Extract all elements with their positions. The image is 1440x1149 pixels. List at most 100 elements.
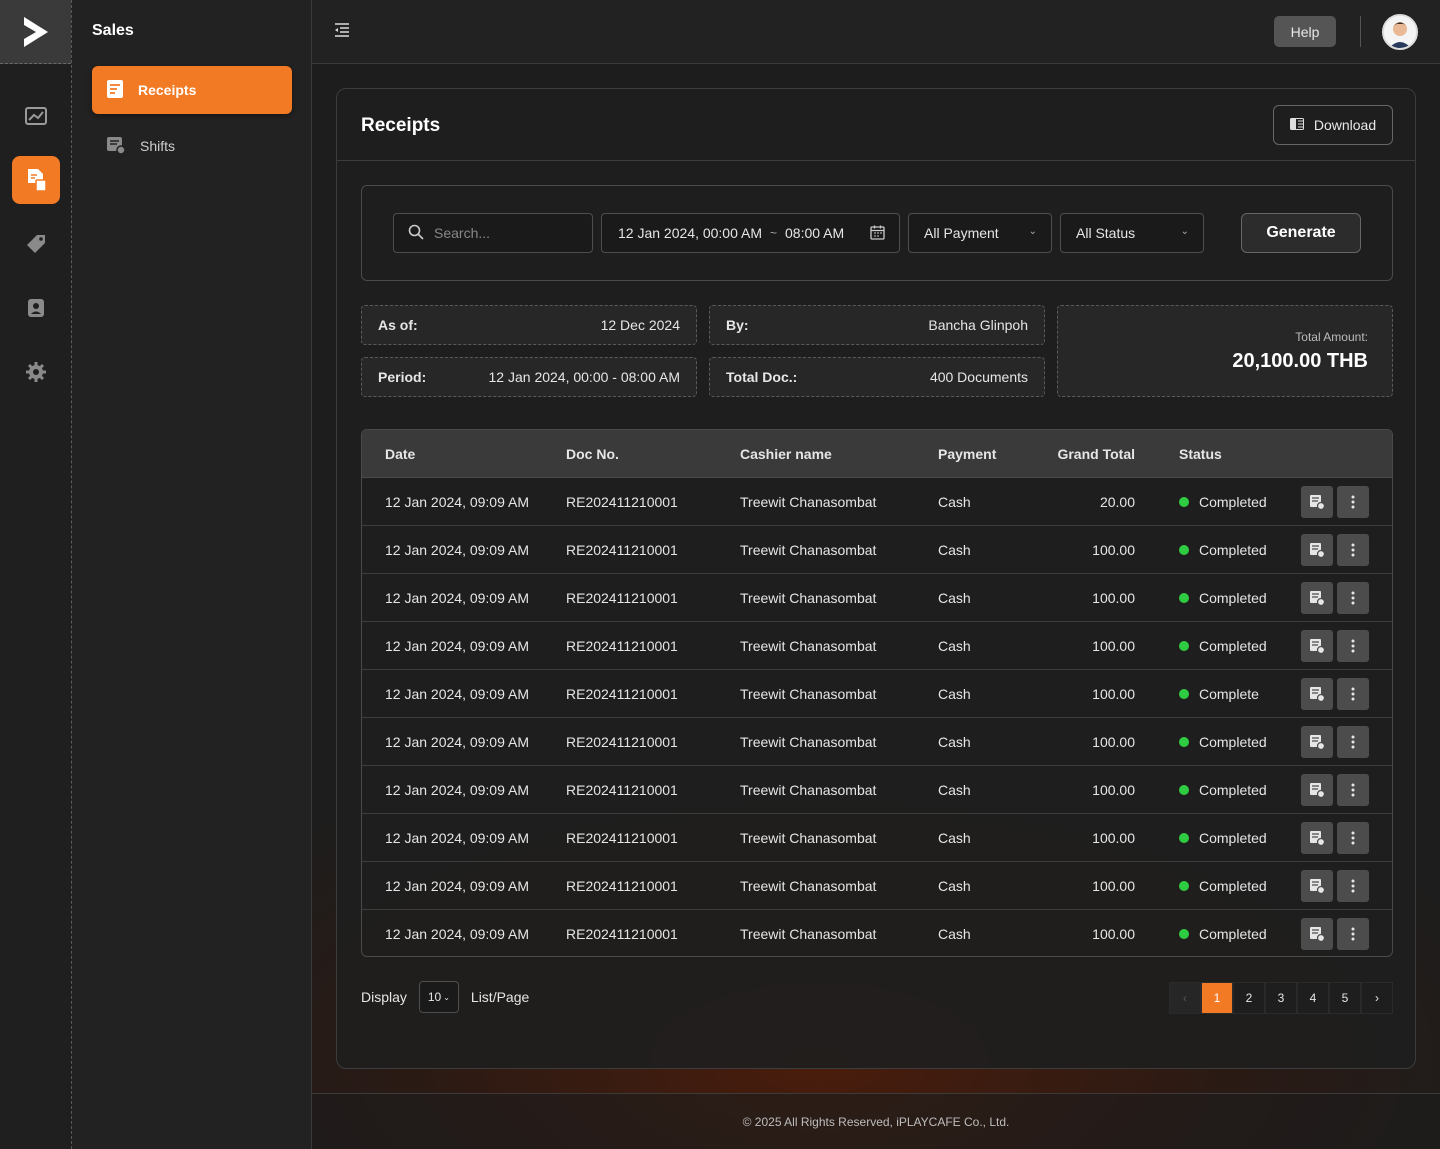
more-options-button[interactable] bbox=[1337, 486, 1369, 518]
document-icon[interactable] bbox=[12, 156, 60, 204]
more-options-button[interactable] bbox=[1337, 726, 1369, 758]
copyright-text: © 2025 All Rights Reserved, iPLAYCAFE Co… bbox=[742, 1114, 1010, 1129]
sidebar-item-shifts[interactable]: Shifts bbox=[92, 122, 292, 170]
menu-collapse-icon[interactable] bbox=[334, 22, 354, 42]
chart-icon[interactable] bbox=[12, 92, 60, 140]
table-row[interactable]: 12 Jan 2024, 09:09 AM RE202411210001 Treew… bbox=[362, 862, 1392, 910]
cell-grand-total: 100.00 bbox=[1092, 926, 1135, 942]
more-options-button[interactable] bbox=[1337, 918, 1369, 950]
view-receipt-button[interactable] bbox=[1301, 774, 1333, 806]
sidebar-item-receipts[interactable]: Receipts bbox=[92, 66, 292, 114]
view-receipt-button[interactable] bbox=[1301, 822, 1333, 854]
as-of-box: As of: 12 Dec 2024 bbox=[361, 305, 697, 345]
cell-cashier: Treewit Chanasombat bbox=[740, 926, 877, 942]
logo-icon[interactable] bbox=[0, 0, 71, 64]
period-label: Period: bbox=[378, 369, 427, 385]
view-receipt-button[interactable] bbox=[1301, 582, 1333, 614]
more-options-button[interactable] bbox=[1337, 822, 1369, 854]
table-row[interactable]: 12 Jan 2024, 09:09 AM RE202411210001 Treew… bbox=[362, 526, 1392, 574]
column-header[interactable]: Status bbox=[1179, 446, 1222, 462]
generate-button[interactable]: Generate bbox=[1241, 213, 1361, 253]
table-row[interactable]: 12 Jan 2024, 09:09 AM RE202411210001 Treew… bbox=[362, 814, 1392, 862]
column-header[interactable]: Date bbox=[385, 446, 415, 462]
period-value: 12 Jan 2024, 00:00 - 08:00 AM bbox=[488, 369, 680, 385]
payment-select[interactable]: All Payment ⌄ bbox=[908, 213, 1052, 253]
gear-icon[interactable] bbox=[12, 348, 60, 396]
status-dot-icon bbox=[1179, 880, 1189, 891]
table-row[interactable]: 12 Jan 2024, 09:09 AM RE202411210001 Treew… bbox=[362, 574, 1392, 622]
table-row[interactable]: 12 Jan 2024, 09:09 AM RE202411210001 Treew… bbox=[362, 766, 1392, 814]
cell-payment: Cash bbox=[938, 637, 971, 654]
download-label: Download bbox=[1313, 117, 1377, 133]
more-options-button[interactable] bbox=[1337, 774, 1369, 806]
date-range-picker[interactable]: 12 Jan 2024, 00:00 AM ~ 08:00 AM bbox=[601, 213, 900, 253]
user-icon[interactable] bbox=[12, 284, 60, 332]
kebab-icon bbox=[1351, 687, 1355, 701]
page-button-5[interactable]: 5 bbox=[1329, 982, 1361, 1014]
view-receipt-button[interactable] bbox=[1301, 630, 1333, 662]
status-text: Completed bbox=[1199, 733, 1267, 750]
help-button[interactable]: Help bbox=[1274, 16, 1336, 47]
more-options-button[interactable] bbox=[1337, 678, 1369, 710]
view-receipt-button[interactable] bbox=[1301, 918, 1333, 950]
page-size-select[interactable]: 10 ⌄ bbox=[418, 981, 459, 1013]
cell-payment: Cash bbox=[938, 829, 971, 846]
status-text: Completed bbox=[1199, 926, 1267, 942]
column-header[interactable]: Cashier name bbox=[740, 446, 832, 462]
page-button-1[interactable]: 1 bbox=[1201, 982, 1233, 1014]
page-button-2[interactable]: 2 bbox=[1233, 982, 1265, 1014]
page-size-control: Display 10 ⌄ List/Page bbox=[361, 981, 529, 1013]
receipt-icon bbox=[106, 79, 124, 102]
cell-date: 12 Jan 2024, 09:09 AM bbox=[385, 541, 529, 558]
download-button[interactable]: Download bbox=[1273, 105, 1393, 145]
more-options-button[interactable] bbox=[1337, 870, 1369, 902]
cell-doc-no: RE202411210001 bbox=[566, 829, 678, 846]
prev-page-button[interactable]: ‹ bbox=[1169, 982, 1201, 1014]
kebab-icon bbox=[1351, 543, 1355, 557]
cell-payment: Cash bbox=[938, 493, 971, 510]
column-header[interactable]: Grand Total bbox=[1057, 446, 1135, 462]
cell-doc-no: RE202411210001 bbox=[566, 685, 678, 702]
column-header[interactable]: Payment bbox=[938, 446, 996, 462]
table-row[interactable]: 12 Jan 2024, 09:09 AM RE202411210001 Treew… bbox=[362, 910, 1392, 956]
receipt-view-icon bbox=[1310, 591, 1325, 606]
cell-grand-total: 100.00 bbox=[1092, 877, 1135, 894]
cell-date: 12 Jan 2024, 09:09 AM bbox=[385, 733, 529, 750]
table-row[interactable]: 12 Jan 2024, 09:09 AM RE202411210001 Treew… bbox=[362, 718, 1392, 766]
view-receipt-button[interactable] bbox=[1301, 486, 1333, 518]
status-badge: Completed bbox=[1179, 878, 1267, 894]
kebab-icon bbox=[1351, 783, 1355, 797]
view-receipt-button[interactable] bbox=[1301, 726, 1333, 758]
sidebar-item-label: Shifts bbox=[140, 138, 176, 154]
cell-grand-total: 100.00 bbox=[1092, 733, 1135, 750]
cell-doc-no: RE202411210001 bbox=[566, 877, 678, 894]
search-icon bbox=[408, 224, 424, 243]
more-options-button[interactable] bbox=[1337, 534, 1369, 566]
table-row[interactable]: 12 Jan 2024, 09:09 AM RE202411210001 Treew… bbox=[362, 622, 1392, 670]
status-select[interactable]: All Status ⌄ bbox=[1060, 213, 1204, 253]
by-label: By: bbox=[726, 317, 749, 333]
status-badge: Completed bbox=[1179, 590, 1267, 606]
cell-doc-no: RE202411210001 bbox=[566, 926, 678, 942]
view-receipt-button[interactable] bbox=[1301, 534, 1333, 566]
status-dot-icon bbox=[1179, 592, 1189, 603]
status-badge: Completed bbox=[1179, 782, 1267, 798]
view-receipt-button[interactable] bbox=[1301, 870, 1333, 902]
more-options-button[interactable] bbox=[1337, 630, 1369, 662]
table-row[interactable]: 12 Jan 2024, 09:09 AM RE202411210001 Treew… bbox=[362, 478, 1392, 526]
as-of-value: 12 Dec 2024 bbox=[600, 317, 680, 333]
column-header[interactable]: Doc No. bbox=[566, 446, 619, 462]
search-input[interactable]: Search... bbox=[393, 213, 593, 253]
page-button-4[interactable]: 4 bbox=[1297, 982, 1329, 1014]
avatar[interactable] bbox=[1382, 14, 1418, 50]
next-page-button[interactable]: › bbox=[1361, 982, 1393, 1014]
view-receipt-button[interactable] bbox=[1301, 678, 1333, 710]
more-options-button[interactable] bbox=[1337, 582, 1369, 614]
receipts-table: Date Doc No. Cashier name Payment Grand … bbox=[361, 429, 1393, 957]
table-row[interactable]: 12 Jan 2024, 09:09 AM RE202411210001 Treew… bbox=[362, 670, 1392, 718]
page-button-3[interactable]: 3 bbox=[1265, 982, 1297, 1014]
cell-doc-no: RE202411210001 bbox=[566, 781, 678, 798]
cell-grand-total: 100.00 bbox=[1092, 637, 1135, 654]
receipt-view-icon bbox=[1310, 639, 1325, 654]
tag-icon[interactable] bbox=[12, 220, 60, 268]
